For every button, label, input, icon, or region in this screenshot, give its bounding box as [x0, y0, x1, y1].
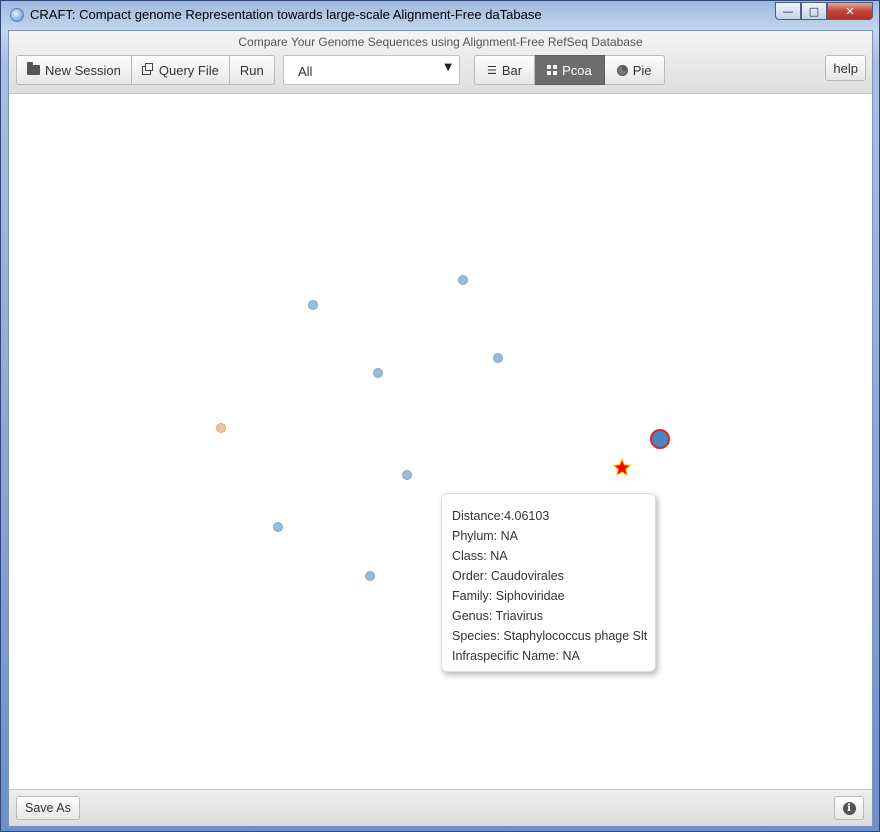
reference-point[interactable] [402, 470, 412, 480]
run-button[interactable]: Run [229, 55, 275, 85]
save-as-button[interactable]: Save As [16, 796, 80, 820]
reference-point[interactable] [308, 300, 318, 310]
app-subtitle: Compare Your Genome Sequences using Alig… [238, 35, 643, 49]
info-button[interactable]: i [834, 796, 864, 820]
tooltip-phylum: Phylum: NA [452, 529, 518, 543]
query-file-button[interactable]: Query File [131, 55, 230, 85]
copy-icon [141, 62, 153, 75]
pie-view-label: Pie [632, 62, 652, 78]
client-area: Compare Your Genome Sequences using Alig… [8, 30, 873, 826]
query-star-marker[interactable] [612, 457, 632, 477]
window-controls: — □ ✕ [775, 2, 873, 21]
list-icon: ☰ [487, 63, 497, 77]
app-window: CRAFT: Compact genome Representation tow… [0, 0, 880, 832]
tooltip-genus: Genus: Triavirus [452, 609, 544, 623]
tooltip-species: Species: Staphylococcus phage Slt [452, 629, 648, 643]
tooltip-distance: Distance:4.06103 [452, 509, 550, 523]
pie-view-button[interactable]: Pie [604, 55, 665, 85]
pie-chart-icon [616, 64, 628, 76]
new-session-button[interactable]: New Session [16, 55, 132, 85]
tooltip-order: Order: Caudovirales [452, 569, 564, 583]
new-session-label: New Session [45, 62, 121, 78]
window-title: CRAFT: Compact genome Representation tow… [30, 7, 542, 22]
bar-view-button[interactable]: ☰ Bar [474, 55, 536, 85]
dropdown-arrow-icon: ▼ [444, 62, 452, 73]
maximize-button[interactable]: □ [801, 2, 827, 20]
info-icon: i [842, 801, 856, 815]
pcoa-view-label: Pcoa [562, 62, 592, 78]
run-label: Run [239, 62, 264, 78]
folder-icon [27, 62, 40, 75]
file-button-group: New Session Query File Run [16, 55, 275, 85]
filter-select-value: All [298, 64, 313, 79]
reference-point[interactable] [493, 353, 503, 363]
filter-select[interactable]: All ▼ [283, 55, 460, 85]
tooltip-class: Class: NA [452, 549, 508, 563]
point-tooltip: Distance:4.06103 Phylum: NA Class: NA Or… [441, 493, 656, 672]
selected-point[interactable] [650, 429, 670, 449]
pcoa-view-button[interactable]: Pcoa [535, 55, 605, 85]
tooltip-family: Family: Siphoviridae [452, 589, 565, 603]
view-button-group: ☰ Bar Pcoa Pie [474, 55, 665, 85]
help-button[interactable]: help [825, 55, 866, 81]
pcoa-scatter-plot[interactable] [9, 94, 872, 789]
minimize-button[interactable]: — [775, 2, 801, 20]
pcoa-plot-area[interactable]: Distance:4.06103 Phylum: NA Class: NA Or… [9, 94, 872, 789]
query-file-label: Query File [158, 62, 219, 78]
query-point[interactable] [216, 423, 226, 433]
toolbar: Compare Your Genome Sequences using Alig… [9, 31, 872, 94]
close-button[interactable]: ✕ [827, 2, 873, 20]
reference-point[interactable] [373, 368, 383, 378]
reference-point[interactable] [273, 522, 283, 532]
status-bar: Save As i [9, 789, 872, 826]
reference-point[interactable] [365, 571, 375, 581]
app-icon [10, 8, 24, 22]
tooltip-infraspecific: Infraspecific Name: NA [452, 649, 580, 663]
reference-point[interactable] [458, 275, 468, 285]
title-bar: CRAFT: Compact genome Representation tow… [1, 1, 879, 29]
grid-icon [547, 65, 558, 75]
bar-view-label: Bar [501, 62, 523, 78]
